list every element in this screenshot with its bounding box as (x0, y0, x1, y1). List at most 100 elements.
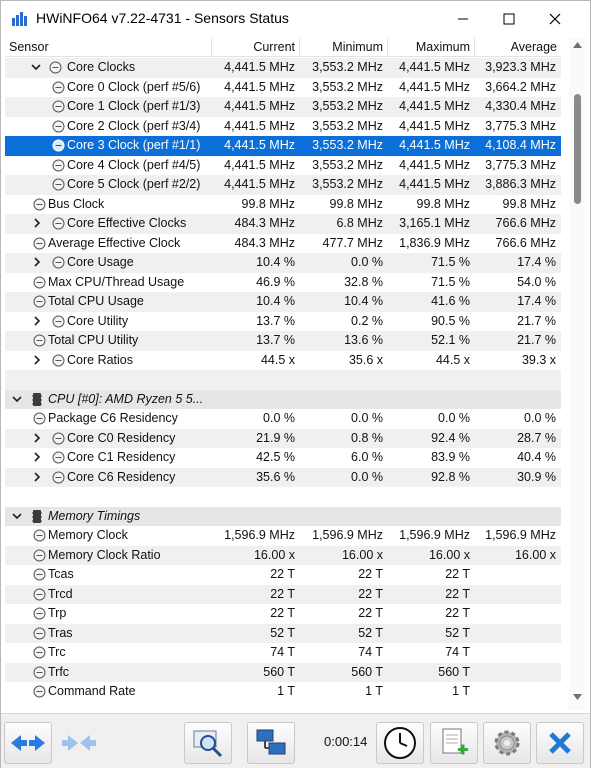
sensor-row-selected[interactable]: Core 3 Clock (perf #1/1) 4,441.5 MHz 3,5… (5, 136, 561, 156)
sensor-row[interactable]: Core C0 Residency 21.9 % 0.8 % 92.4 % 28… (5, 428, 561, 448)
sensor-row[interactable]: Average Effective Clock 484.3 MHz 477.7 … (5, 234, 561, 254)
clock-sensor-icon (52, 217, 65, 230)
chevron-right-icon[interactable] (31, 315, 43, 327)
sensor-row[interactable]: Total CPU Usage 10.4 % 10.4 % 41.6 % 17.… (5, 292, 561, 312)
sensor-row[interactable]: Trc 74 T 74 T 74 T (5, 643, 561, 663)
timing-sensor-icon (33, 568, 46, 581)
column-header-maximum[interactable]: Maximum (388, 38, 475, 57)
current-value: 42.5 % (256, 450, 295, 464)
sensor-row[interactable]: Command Rate 1 T 1 T 1 T (5, 682, 561, 702)
maximum-value: 74 T (445, 645, 470, 659)
chevron-down-icon[interactable] (11, 510, 23, 522)
navigate-back-forward-button[interactable] (4, 722, 52, 764)
average-value: 3,923.3 MHz (485, 60, 556, 74)
average-value: 39.3 x (521, 352, 556, 367)
sensor-row[interactable]: Memory Clock Ratio 16.00 x 16.00 x 16.00… (5, 545, 561, 565)
sensor-row[interactable]: Core C1 Residency 42.5 % 6.0 % 83.9 % 40… (5, 448, 561, 468)
sensor-row[interactable]: Trcd 22 T 22 T 22 T (5, 584, 561, 604)
reset-timer-button[interactable] (376, 722, 424, 764)
sensor-row[interactable]: Trfc 560 T 560 T 560 T (5, 662, 561, 682)
chevron-down-icon[interactable] (11, 393, 23, 405)
sensor-row[interactable]: Core Effective Clocks 484.3 MHz 6.8 MHz … (5, 214, 561, 234)
chevron-down-icon[interactable] (30, 61, 42, 73)
maximum-value: 22 T (445, 606, 470, 620)
sensor-label: Core C1 Residency (67, 450, 176, 464)
current-value: 22 T (270, 586, 295, 601)
chevron-right-icon[interactable] (31, 432, 43, 444)
current-value: 16.00 x (253, 547, 295, 562)
ratio-sensor-icon (52, 354, 65, 366)
scroll-up-arrow-icon[interactable] (573, 42, 582, 48)
sensor-row[interactable]: Core Utility 13.7 % 0.2 % 90.5 % 21.7 % (5, 312, 561, 332)
column-header-average[interactable]: Average (475, 38, 561, 57)
sensor-group-memory-timings[interactable]: Memory Timings (5, 506, 561, 526)
vertical-scrollbar[interactable] (569, 38, 586, 710)
network-button[interactable] (247, 722, 295, 764)
sensor-row[interactable]: Core 2 Clock (perf #3/4) 4,441.5 MHz 3,5… (5, 117, 561, 137)
sensor-group-cpu[interactable]: CPU [#0]: AMD Ryzen 5 5... (5, 389, 561, 409)
maximize-button[interactable] (486, 1, 532, 36)
chevron-right-icon[interactable] (31, 451, 43, 463)
minimum-value: 0.8 % (351, 430, 383, 445)
current-value: 1,596.9 MHz (224, 528, 295, 542)
chevron-right-icon[interactable] (31, 354, 43, 366)
collapse-arrows-button[interactable] (55, 722, 103, 764)
scrollbar-thumb[interactable] (574, 94, 581, 204)
collapse-arrows-icon (62, 735, 96, 751)
minimum-value: 22 T (358, 586, 383, 601)
title-bar[interactable]: HWiNFO64 v7.22-4731 - Sensors Status (1, 1, 590, 36)
sensor-label: Tcas (48, 567, 74, 581)
sensor-row[interactable]: Max CPU/Thread Usage 46.9 % 32.8 % 71.5 … (5, 273, 561, 293)
minimum-value: 10.4 % (344, 294, 383, 308)
gear-icon (494, 730, 520, 756)
settings-button[interactable] (483, 722, 531, 764)
sensor-row[interactable]: Memory Clock 1,596.9 MHz 1,596.9 MHz 1,5… (5, 526, 561, 546)
column-header-minimum[interactable]: Minimum (300, 38, 388, 57)
group-label: CPU [#0]: AMD Ryzen 5 5... (48, 391, 204, 406)
column-header-current[interactable]: Current (212, 38, 300, 57)
elapsed-timer: 0:00:14 (324, 734, 368, 749)
chevron-right-icon[interactable] (31, 471, 43, 483)
minimum-value: 99.8 MHz (329, 196, 384, 211)
sensor-row[interactable]: Tras 52 T 52 T 52 T (5, 623, 561, 643)
chevron-right-icon[interactable] (31, 217, 43, 229)
close-window-button[interactable] (532, 1, 578, 36)
scroll-down-arrow-icon[interactable] (573, 694, 582, 700)
sensor-row[interactable]: Bus Clock 99.8 MHz 99.8 MHz 99.8 MHz 99.… (5, 195, 561, 215)
sensor-row[interactable]: Core Clocks 4,441.5 MHz 3,553.2 MHz 4,44… (5, 58, 561, 78)
sensor-row[interactable]: Core 1 Clock (perf #1/3) 4,441.5 MHz 3,5… (5, 97, 561, 117)
average-value: 54.0 % (517, 274, 556, 289)
current-value: 35.6 % (256, 469, 295, 484)
sensor-row[interactable]: Core 5 Clock (perf #2/2) 4,441.5 MHz 3,5… (5, 175, 561, 195)
average-value (475, 604, 561, 624)
logging-button[interactable] (430, 722, 478, 764)
sensor-row[interactable]: Core 0 Clock (perf #5/6) 4,441.5 MHz 3,5… (5, 78, 561, 98)
maximum-value: 83.9 % (431, 450, 470, 464)
clock-icon (384, 727, 416, 759)
minimum-value: 560 T (351, 664, 383, 679)
average-value (475, 643, 561, 663)
maximum-value: 52.1 % (431, 333, 470, 347)
current-value: 560 T (263, 664, 295, 679)
maximum-value: 1,836.9 MHz (399, 235, 470, 250)
sensor-row[interactable]: Tcas 22 T 22 T 22 T (5, 565, 561, 585)
sensor-row[interactable]: Trp 22 T 22 T 22 T (5, 604, 561, 624)
residency-sensor-icon (52, 432, 65, 444)
maximum-value: 90.5 % (431, 313, 470, 328)
sensor-row[interactable]: Package C6 Residency 0.0 % 0.0 % 0.0 % 0… (5, 409, 561, 429)
minimize-button[interactable] (440, 1, 486, 36)
close-button[interactable] (536, 722, 584, 764)
sensor-row[interactable]: Core Ratios 44.5 x 35.6 x 44.5 x 39.3 x (5, 351, 561, 371)
sensor-row[interactable]: Total CPU Utility 13.7 % 13.6 % 52.1 % 2… (5, 331, 561, 351)
network-computers-icon (256, 729, 286, 755)
column-header-sensor[interactable]: Sensor (5, 38, 212, 57)
sensor-label: Command Rate (48, 684, 136, 698)
average-value: 766.6 MHz (495, 235, 556, 250)
chevron-right-icon[interactable] (31, 256, 43, 268)
average-value: 17.4 % (517, 255, 556, 269)
sensor-row[interactable]: Core Usage 10.4 % 0.0 % 71.5 % 17.4 % (5, 253, 561, 273)
search-sensors-button[interactable] (184, 722, 232, 764)
current-value: 4,441.5 MHz (224, 177, 295, 191)
sensor-row[interactable]: Core 4 Clock (perf #4/5) 4,441.5 MHz 3,5… (5, 156, 561, 176)
sensor-row[interactable]: Core C6 Residency 35.6 % 0.0 % 92.8 % 30… (5, 467, 561, 487)
